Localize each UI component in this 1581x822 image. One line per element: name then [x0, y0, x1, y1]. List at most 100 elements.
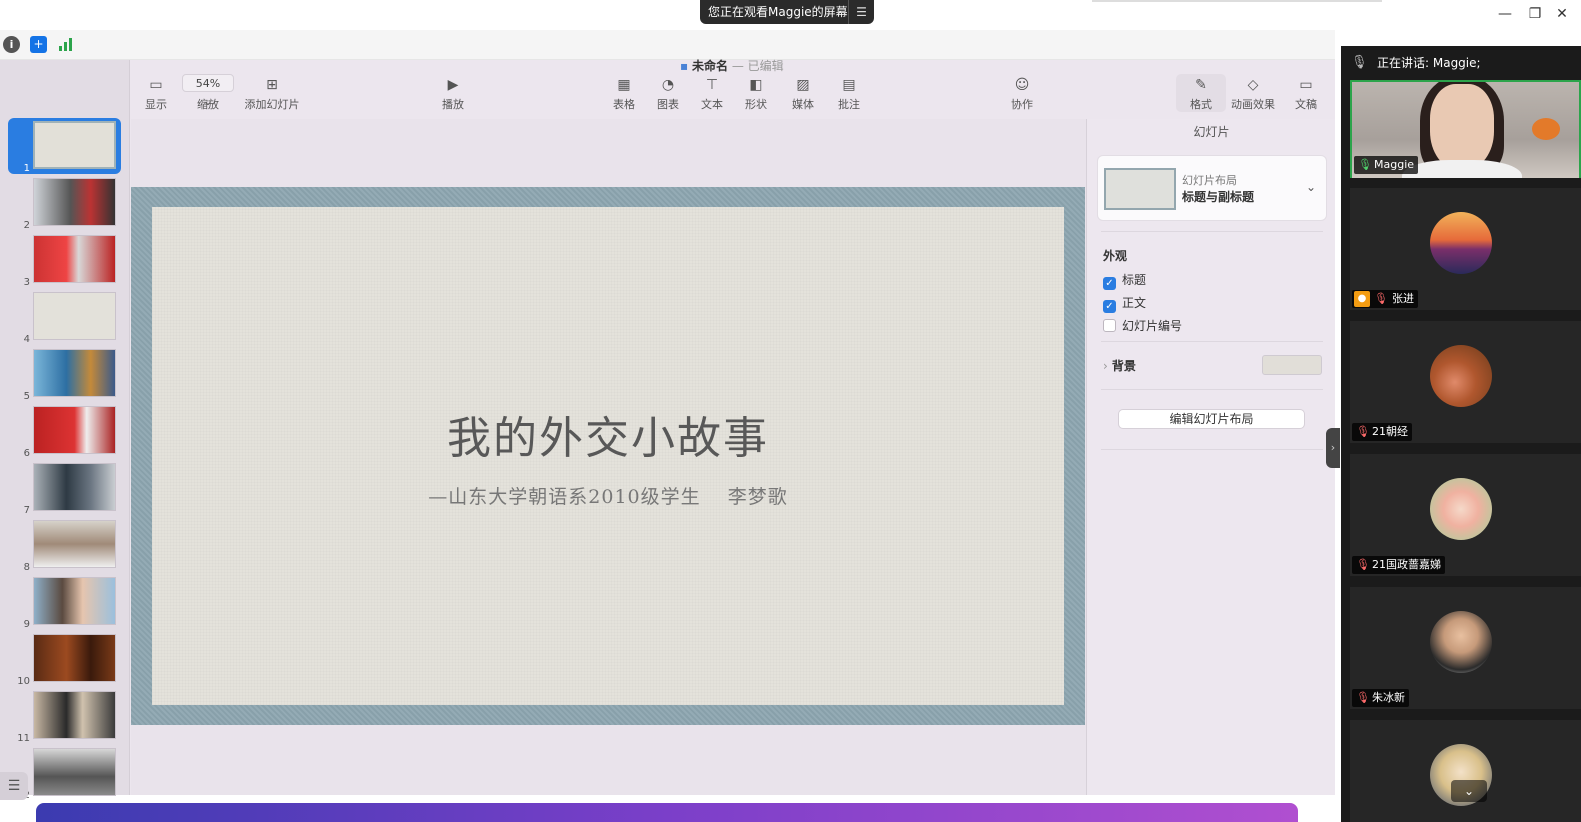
table-button[interactable]: ▦ 表格 — [610, 74, 638, 112]
slide-thumb-6[interactable]: 6 — [0, 406, 130, 463]
participant-tile[interactable]: 🎙 21国政蔷嘉娣 — [1350, 454, 1581, 576]
media-button[interactable]: ▨ 媒体 — [789, 74, 817, 112]
appearance-heading: 外观 — [1103, 249, 1128, 263]
add-slide-button[interactable]: ⊞ 添加幻灯片 — [243, 74, 301, 112]
slide-thumbnail — [33, 121, 116, 169]
view-icon: ▭ — [149, 77, 163, 93]
background-disclosure[interactable]: › 背景 — [1103, 357, 1136, 374]
slide-subtitle[interactable]: —山东大学朝语系2010级学生 李梦歌 — [152, 482, 1064, 509]
zoom-control[interactable]: 54% ⌄ 缩放 — [182, 74, 234, 112]
slide-number: 7 — [23, 505, 30, 516]
slide-navigator: 1 2 3 4 5 6 7 8 9 10 11 — [0, 60, 130, 801]
slide-thumbnail — [33, 463, 116, 511]
participant-tile[interactable]: 🎙 Maggie — [1350, 80, 1581, 178]
slide-layout-picker[interactable]: 幻灯片布局 标题与副标题 ⌄ — [1097, 155, 1327, 221]
slide-number: 8 — [23, 562, 30, 573]
mic-on-icon: 🎙 — [1358, 158, 1372, 171]
collaborate-button[interactable]: ☺ 协作 — [1008, 74, 1036, 112]
slide-number: 9 — [23, 619, 30, 630]
document-state: — 已编辑 — [731, 59, 784, 73]
screen-share-notice: 您正在观看Maggie的屏幕 ☰ — [700, 0, 874, 24]
chevron-down-icon[interactable]: ⌄ — [1306, 180, 1316, 194]
network-signal-icon[interactable] — [57, 36, 74, 53]
participant-tile[interactable]: ● 🎙 张进 — [1350, 188, 1581, 310]
participant-name: 张进 — [1392, 292, 1414, 305]
slide-thumb-4[interactable]: 4 — [0, 292, 130, 349]
checkbox-checked-icon[interactable]: ✓ — [1103, 277, 1116, 290]
slide-thumb-1[interactable]: 1 — [0, 121, 130, 178]
format-inspector: 幻灯片 幻灯片布局 标题与副标题 ⌄ 外观 ✓ 标题 ✓ 正文 幻灯片编号 › 背景 — [1086, 119, 1335, 795]
slide-number: 5 — [23, 391, 30, 402]
mic-muted-icon: 🎙 — [1356, 691, 1370, 704]
slide-thumbnail — [33, 178, 116, 226]
participant-tile[interactable]: 🎙 朱冰新 — [1350, 587, 1581, 709]
slide-thumb-7[interactable]: 7 — [0, 463, 130, 520]
close-icon[interactable]: ✕ — [1552, 6, 1572, 22]
participant-name-tag: ● 🎙 张进 — [1352, 290, 1418, 308]
chart-button[interactable]: ◔ 图表 — [654, 74, 682, 112]
minimize-icon[interactable]: — — [1495, 6, 1515, 22]
mic-muted-icon: 🎙 — [1351, 55, 1368, 70]
comment-button[interactable]: ▤ 批注 — [835, 74, 863, 112]
text-box-icon: ⊤ — [705, 77, 719, 93]
collaborate-icon: ☺ — [1014, 77, 1030, 93]
avatar — [1430, 478, 1492, 540]
chevron-right-icon: › — [1103, 359, 1108, 373]
body-checkbox[interactable]: ✓ 正文 — [1103, 294, 1146, 313]
slide-thumbnail — [33, 406, 116, 454]
animate-button[interactable]: ◇ 动画效果 — [1230, 74, 1276, 112]
slide-thumb-2[interactable]: 2 — [0, 178, 130, 235]
collaborate-label: 协作 — [1011, 98, 1033, 111]
participant-tile[interactable]: 🎙 21朝经 — [1350, 321, 1581, 443]
slide-title[interactable]: 我的外交小故事 — [152, 402, 1064, 466]
dock-strip — [36, 803, 1298, 822]
scroll-down-icon[interactable]: ⌄ — [1451, 780, 1487, 802]
slide[interactable]: 我的外交小故事 —山东大学朝语系2010级学生 李梦歌 — [131, 187, 1085, 725]
play-button[interactable]: ▶ 播放 — [438, 74, 468, 112]
view-button[interactable]: ▭ 显示 — [142, 74, 170, 112]
slide-number: 6 — [23, 448, 30, 459]
edit-slide-layout-button[interactable]: 编辑幻灯片布局 — [1118, 409, 1305, 429]
comment-label: 批注 — [838, 98, 860, 111]
shape-button[interactable]: ◧ 形状 — [742, 74, 770, 112]
active-speaker-text: 正在讲话: Maggie; — [1377, 56, 1481, 70]
panel-collapse-handle[interactable]: › — [1326, 428, 1340, 468]
participant-name-tag: 🎙 21国政蔷嘉娣 — [1352, 556, 1445, 574]
zoom-select[interactable]: 54% ⌄ — [182, 74, 234, 108]
slide-thumb-11[interactable]: 11 — [0, 691, 130, 748]
slide-number-checkbox[interactable]: 幻灯片编号 — [1103, 317, 1182, 334]
participant-name-tag: 🎙 Maggie — [1354, 156, 1419, 174]
slide-thumb-5[interactable]: 5 — [0, 349, 130, 406]
participant-name: 朱冰新 — [1372, 691, 1405, 704]
security-shield-icon[interactable]: + — [30, 36, 47, 53]
background-color-well[interactable] — [1262, 355, 1322, 375]
participant-name: Maggie — [1374, 158, 1415, 171]
slide-thumbnail — [33, 520, 116, 568]
participant-tile[interactable] — [1350, 720, 1581, 822]
participant-name-tag: 🎙 21朝经 — [1352, 423, 1412, 441]
slide-thumb-9[interactable]: 9 — [0, 577, 130, 634]
info-icon[interactable]: i — [3, 36, 20, 53]
keynote-window: ▪ 未命名 — 已编辑 ▭ 显示 54% ⌄ 缩放 ⊞ 添加幻灯片 ▶ 播放 ▦ — [0, 59, 1335, 801]
zoom-label: 缩放 — [197, 98, 219, 111]
format-button[interactable]: ✎ 格式 — [1176, 74, 1226, 112]
text-button[interactable]: ⊤ 文本 — [698, 74, 726, 112]
slide-thumbnail — [33, 235, 116, 283]
slide-thumb-10[interactable]: 10 — [0, 634, 130, 691]
document-button[interactable]: ▭ 文稿 — [1292, 74, 1320, 112]
restore-icon[interactable]: ❐ — [1525, 6, 1545, 22]
mic-muted-icon: 🎙 — [1356, 558, 1370, 571]
video-shirt — [1402, 160, 1522, 178]
participant-name: 21朝经 — [1372, 425, 1408, 438]
title-checkbox-label: 标题 — [1122, 273, 1147, 287]
checkbox-checked-icon[interactable]: ✓ — [1103, 300, 1116, 313]
checkbox-unchecked-icon[interactable] — [1103, 319, 1116, 332]
share-menu-icon[interactable]: ☰ — [848, 0, 874, 24]
slide-thumb-3[interactable]: 3 — [0, 235, 130, 292]
title-checkbox[interactable]: ✓ 标题 — [1103, 271, 1146, 290]
slide-thumb-8[interactable]: 8 — [0, 520, 130, 577]
media-label: 媒体 — [792, 98, 814, 111]
background-label: 背景 — [1111, 359, 1136, 373]
shape-icon: ◧ — [749, 77, 763, 93]
outline-list-icon[interactable]: ☰ — [0, 772, 28, 800]
